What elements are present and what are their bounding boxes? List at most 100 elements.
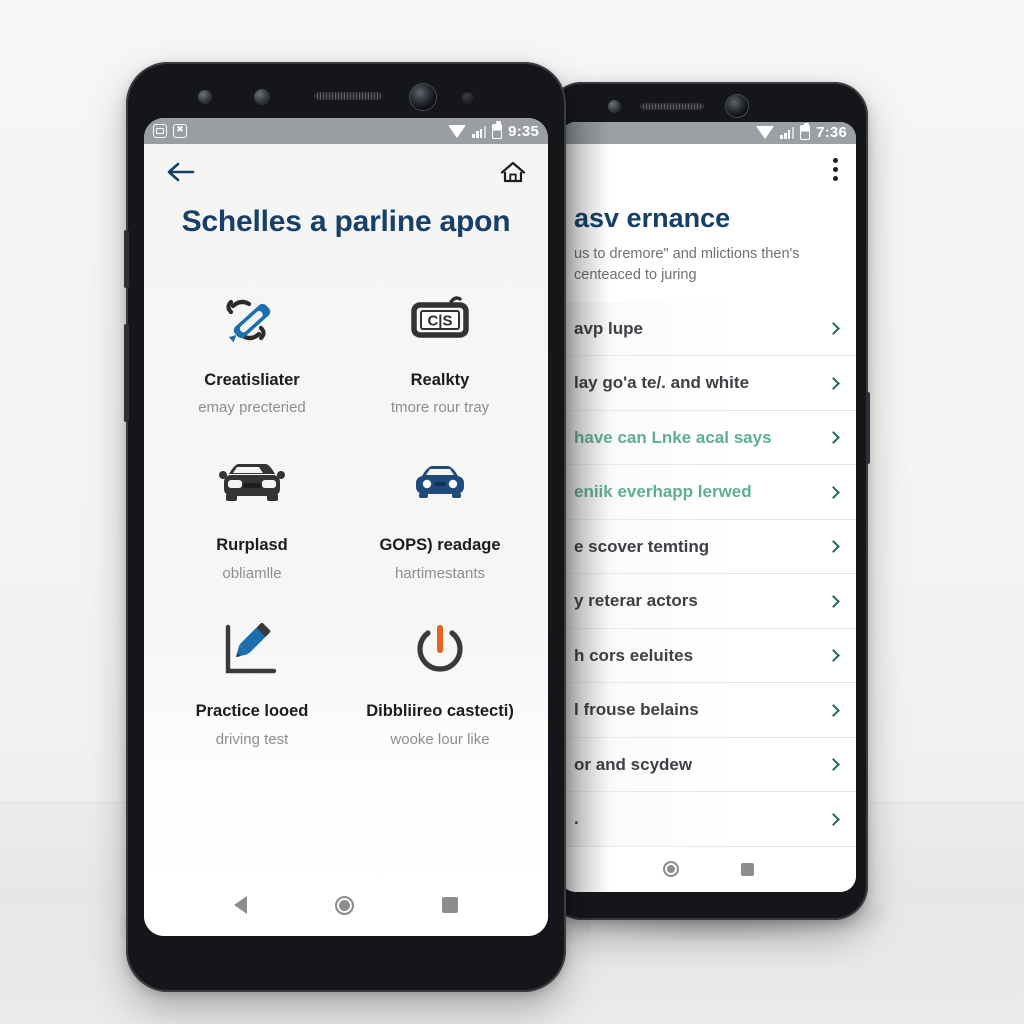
chevron-right-icon xyxy=(827,540,840,553)
battery-icon xyxy=(800,122,811,141)
feature-tile-subtitle: wooke lour like xyxy=(390,730,490,748)
nav-home-icon[interactable] xyxy=(335,895,354,915)
list-item-label: have can Lnke acal says xyxy=(574,427,772,447)
right-phone-power-button[interactable] xyxy=(866,392,870,464)
back-arrow-icon[interactable] xyxy=(166,160,196,184)
wifi-icon xyxy=(756,126,775,140)
chevron-right-icon xyxy=(827,431,840,444)
chevron-right-icon xyxy=(827,322,840,335)
sync-error-icon xyxy=(173,122,187,138)
feature-tile[interactable]: Creatisliater emay precteried xyxy=(158,276,346,434)
feature-tile-title: Creatisliater xyxy=(204,370,300,389)
list-item-label: . xyxy=(574,809,579,829)
right-status-system-icons: 7:36 xyxy=(756,122,847,142)
feature-tile-grid: Creatisliater emay precteried C|S Realkty tm… xyxy=(144,242,548,765)
svg-text:C|S: C|S xyxy=(427,312,452,329)
feature-tile-icon: C|S xyxy=(405,288,475,354)
list-item[interactable]: eniik everhapp lerwed xyxy=(560,465,856,520)
left-phone-screen: 9:35 xyxy=(144,118,548,936)
kebab-menu-icon[interactable] xyxy=(833,157,838,181)
left-phone-volume-button[interactable] xyxy=(124,230,129,288)
scene: 7:36 asv ernance us to dremore" and mlic… xyxy=(0,0,1024,1024)
feature-tile[interactable]: Dibbliireo castecti) wooke lour like xyxy=(346,607,534,765)
feature-tile-icon xyxy=(408,619,472,685)
wifi-icon xyxy=(448,124,467,138)
feature-tile-title: Practice looed xyxy=(195,702,309,721)
left-status-notification-icons xyxy=(153,122,187,138)
feature-tile-subtitle: driving test xyxy=(215,730,289,748)
list-item[interactable]: y reterar actors xyxy=(560,574,856,629)
feature-tile-icon xyxy=(219,288,285,354)
list-item[interactable]: lay go'a te/. and white xyxy=(560,356,856,411)
nav-recents-icon[interactable] xyxy=(740,862,754,876)
chevron-right-icon xyxy=(827,649,840,662)
left-status-bar: 9:35 xyxy=(144,118,548,144)
signal-icon xyxy=(780,126,795,140)
list-item-label: lay go'a te/. and white xyxy=(574,373,750,393)
list-item[interactable]: l frouse belains xyxy=(560,683,856,738)
left-phone-device: 9:35 xyxy=(124,62,566,992)
left-nav-bar xyxy=(144,874,548,936)
right-app-bar xyxy=(560,144,856,181)
left-app-bar xyxy=(144,144,548,188)
chevron-right-icon xyxy=(827,485,840,499)
ir-sensor-icon xyxy=(198,90,212,104)
feature-tile[interactable]: C|S Realkty tmore rour tray xyxy=(346,276,534,434)
right-phone-screen: 7:36 asv ernance us to dremore" and mlic… xyxy=(560,122,856,892)
message-icon xyxy=(153,124,167,138)
light-sensor-icon xyxy=(462,92,474,104)
left-page-title: Schelles a parline apon xyxy=(181,205,511,238)
right-page-title: asv ernance xyxy=(574,202,731,233)
power-button-icon xyxy=(408,621,472,683)
front-camera-icon xyxy=(410,84,436,110)
list-item[interactable]: or and scydew xyxy=(560,737,856,793)
feature-tile[interactable]: Rurplasd obliamlle xyxy=(158,441,346,599)
right-phone-app: 7:36 asv ernance us to dremore" and mlic… xyxy=(560,122,856,892)
feature-tile-title: Rurplasd xyxy=(216,536,288,555)
list-item[interactable]: . xyxy=(560,792,856,847)
right-nav-bar xyxy=(560,846,856,892)
feature-tile-icon xyxy=(213,453,291,519)
feature-tile-icon xyxy=(218,619,286,685)
right-status-bar: 7:36 xyxy=(560,122,856,144)
chevron-right-icon xyxy=(827,758,840,771)
list-item-label: or and scydew xyxy=(574,754,693,774)
list-item-label: avp lupe xyxy=(574,318,643,338)
list-item-label: l frouse belains xyxy=(574,700,699,720)
feature-tile-subtitle: obliamlle xyxy=(222,565,282,583)
feature-tile-subtitle: hartimestants xyxy=(394,565,486,583)
battery-icon xyxy=(492,121,503,139)
feature-tile-title: Realkty xyxy=(410,370,470,389)
left-phone-power-button[interactable] xyxy=(124,324,129,422)
feature-tile-title: Dibbliireo castecti) xyxy=(366,702,514,721)
right-phone-device: 7:36 asv ernance us to dremore" and mlic… xyxy=(548,82,870,920)
car-front-dark-icon xyxy=(213,456,291,516)
list-item-label: h cors eeluites xyxy=(574,645,694,665)
nav-back-icon[interactable] xyxy=(234,896,247,914)
signal-icon xyxy=(472,125,487,138)
chevron-right-icon xyxy=(827,376,840,390)
earpiece-speaker-icon xyxy=(640,103,704,110)
chevron-right-icon xyxy=(827,812,840,826)
right-status-time: 7:36 xyxy=(816,124,847,142)
chevron-right-icon xyxy=(827,703,840,717)
feature-tile[interactable]: GOPS) readage hartimestants xyxy=(346,441,534,599)
list-item[interactable]: e scover temting xyxy=(560,519,856,575)
front-camera-icon xyxy=(726,95,748,117)
right-page-subtitle: us to dremore" and mlictions then's cent… xyxy=(574,245,800,283)
home-icon[interactable] xyxy=(500,160,526,184)
feature-tile-subtitle: tmore rour tray xyxy=(390,399,490,417)
pen-chart-icon xyxy=(218,621,286,683)
feature-tile[interactable]: Practice looed driving test xyxy=(158,607,346,765)
list-item[interactable]: have can Lnke acal says xyxy=(560,410,856,466)
feature-tile-title: GOPS) readage xyxy=(379,536,501,555)
proximity-sensor-icon xyxy=(608,100,621,113)
wrench-screwdriver-icon xyxy=(219,290,285,352)
list-item[interactable]: h cors eeluites xyxy=(560,628,856,684)
feature-tile-subtitle: emay precteried xyxy=(198,399,306,417)
list-item[interactable]: avp lupe xyxy=(560,301,856,357)
list-item-label: y reterar actors xyxy=(574,591,698,611)
left-phone-app: 9:35 xyxy=(144,118,548,936)
nav-home-icon[interactable] xyxy=(662,861,679,878)
nav-recents-icon[interactable] xyxy=(442,897,458,913)
